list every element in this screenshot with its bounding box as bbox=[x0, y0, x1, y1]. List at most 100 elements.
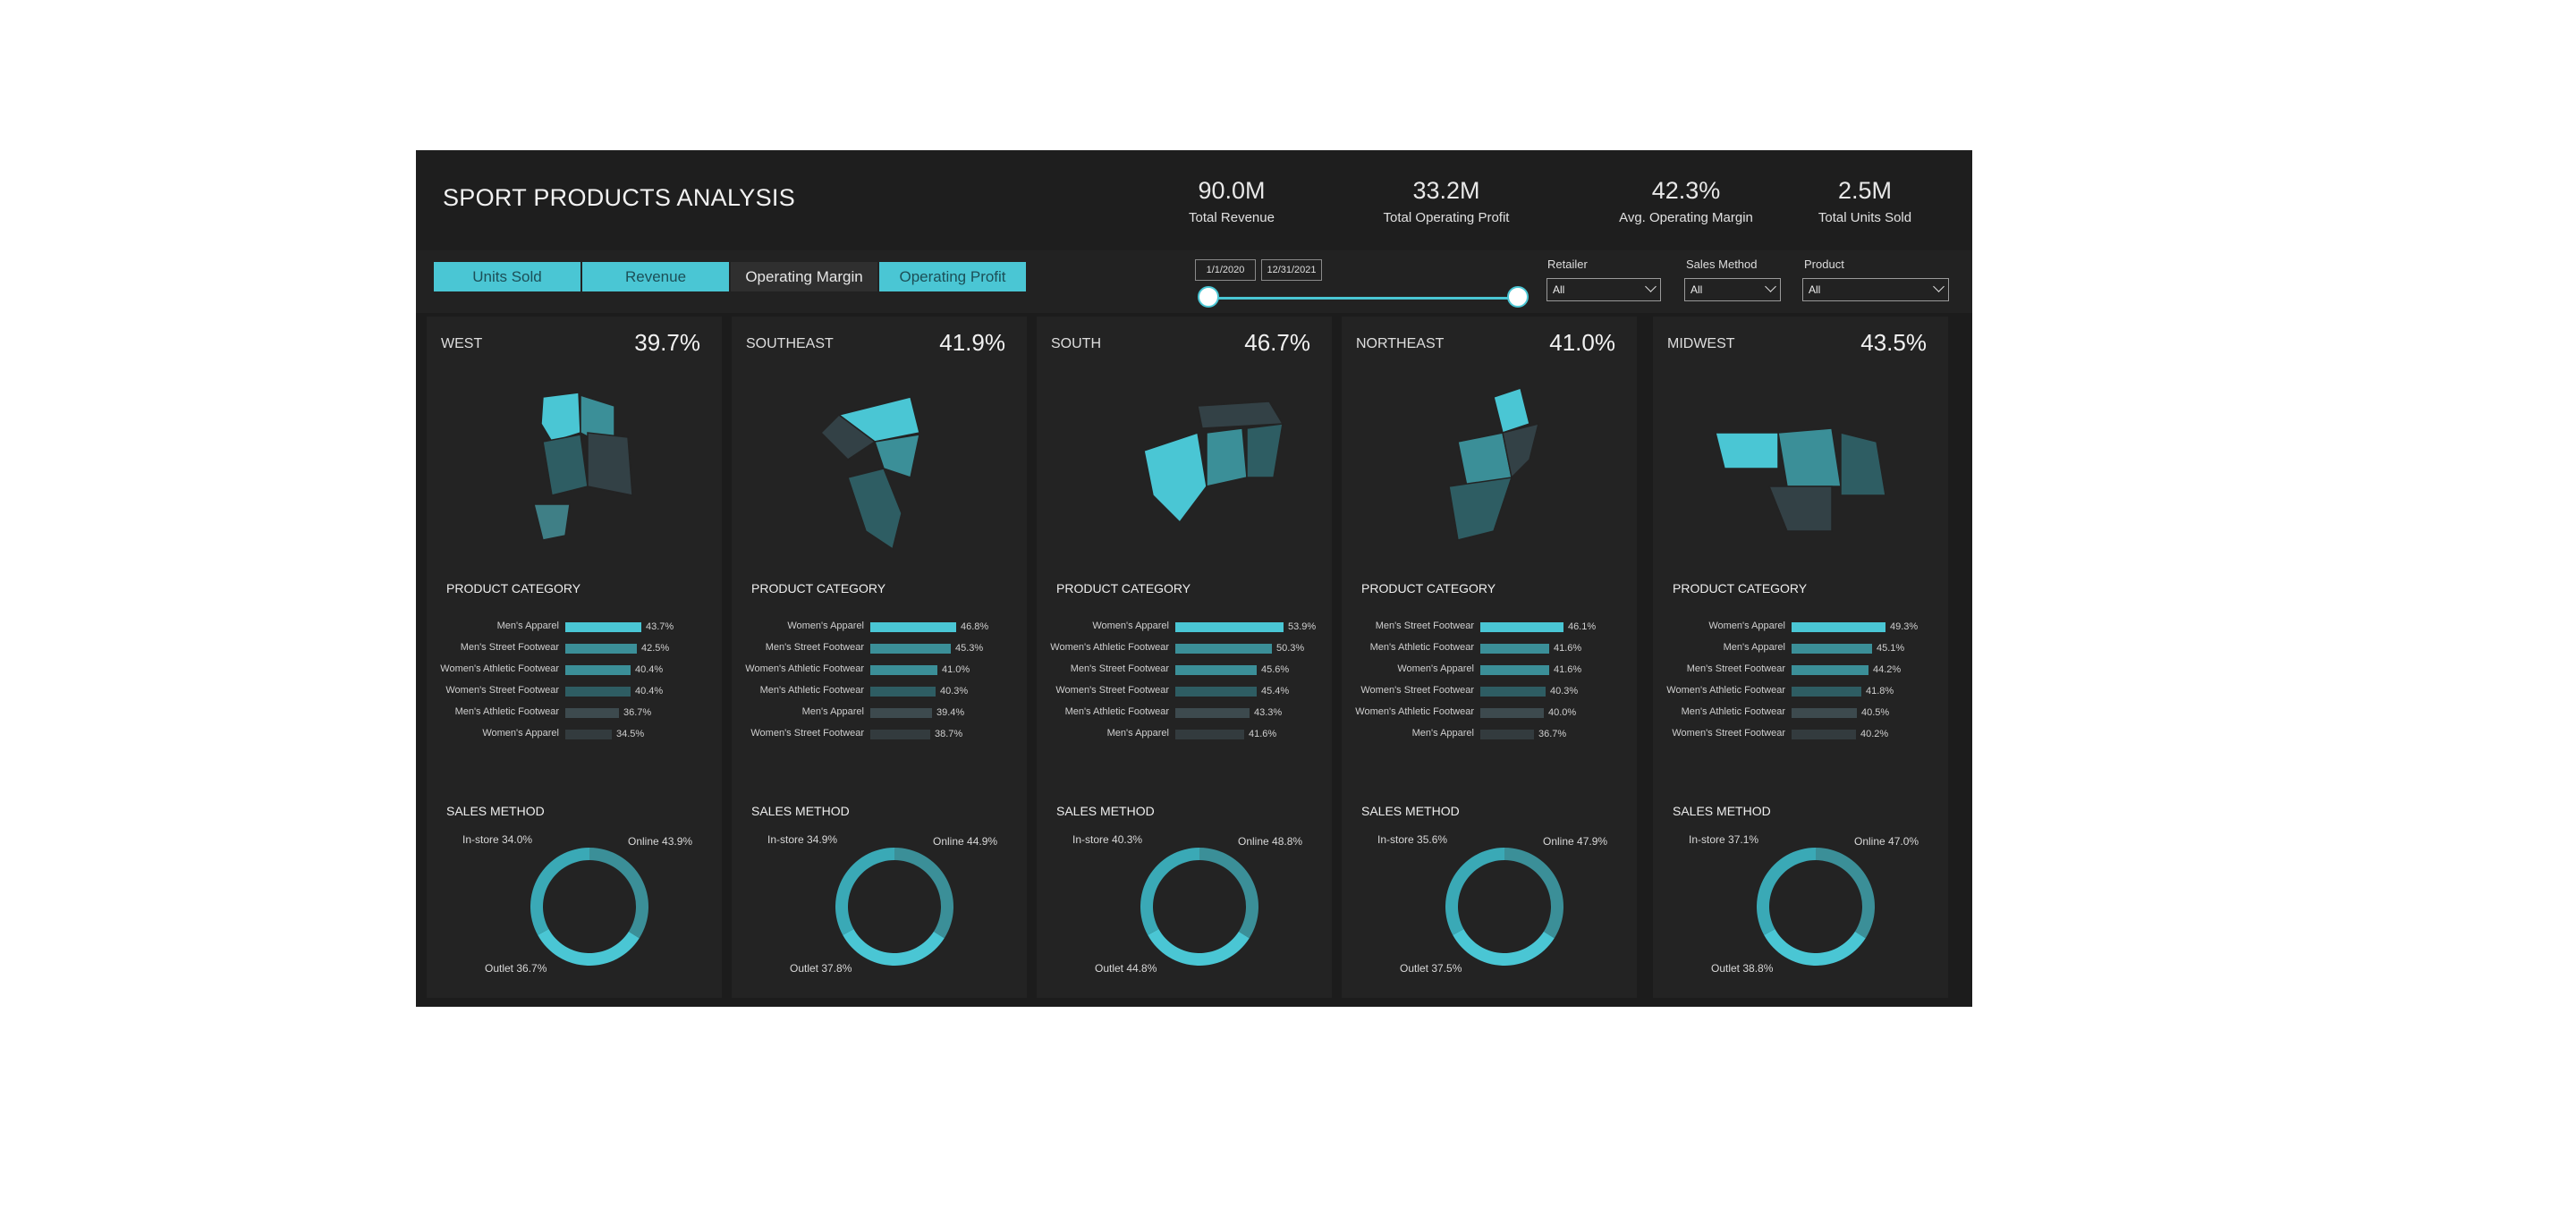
sales-method-donut[interactable] bbox=[1137, 844, 1262, 974]
map-state-shape[interactable] bbox=[1840, 432, 1886, 496]
category-bar[interactable] bbox=[1175, 687, 1257, 697]
category-bar[interactable] bbox=[1175, 730, 1244, 739]
donut-segment[interactable] bbox=[835, 848, 894, 935]
donut-segment[interactable] bbox=[1453, 929, 1555, 966]
category-bar-row[interactable]: Men's Street Footwear 42.5% bbox=[427, 642, 722, 656]
category-bar-row[interactable]: Men's Athletic Footwear 40.3% bbox=[732, 685, 1027, 699]
map-state-shape[interactable] bbox=[587, 432, 633, 496]
category-bar-row[interactable]: Men's Apparel 36.7% bbox=[1342, 728, 1637, 742]
category-bar-row[interactable]: Women's Apparel 46.8% bbox=[732, 621, 1027, 635]
category-bar-row[interactable]: Women's Athletic Footwear 40.0% bbox=[1342, 706, 1637, 721]
category-bar-row[interactable]: Men's Street Footwear 44.2% bbox=[1653, 663, 1948, 678]
date-start-field[interactable]: 1/1/2020 bbox=[1195, 259, 1256, 281]
category-bar-row[interactable]: Women's Street Footwear 45.4% bbox=[1037, 685, 1332, 699]
category-bar[interactable] bbox=[870, 687, 936, 697]
category-bar[interactable] bbox=[1792, 730, 1856, 739]
category-bar-row[interactable]: Women's Street Footwear 40.2% bbox=[1653, 728, 1948, 742]
toggle-revenue[interactable]: Revenue bbox=[582, 262, 729, 291]
category-bar-row[interactable]: Women's Apparel 49.3% bbox=[1653, 621, 1948, 635]
map-state-shape[interactable] bbox=[1197, 401, 1284, 429]
category-bar[interactable] bbox=[1480, 622, 1563, 632]
category-bar-row[interactable]: Men's Apparel 39.4% bbox=[732, 706, 1027, 721]
date-slider-start-handle[interactable] bbox=[1198, 286, 1219, 308]
map-state-shape[interactable] bbox=[1206, 427, 1248, 487]
sales-method-donut[interactable] bbox=[527, 844, 652, 974]
category-bar[interactable] bbox=[870, 644, 951, 654]
category-bar-row[interactable]: Women's Street Footwear 40.3% bbox=[1342, 685, 1637, 699]
toggle-operating-profit[interactable]: Operating Profit bbox=[879, 262, 1026, 291]
donut-segment[interactable] bbox=[1199, 848, 1258, 939]
donut-segment[interactable] bbox=[1757, 848, 1816, 935]
sales-method-donut[interactable] bbox=[1753, 844, 1878, 974]
category-bar-row[interactable]: Women's Apparel 53.9% bbox=[1037, 621, 1332, 635]
category-bar[interactable] bbox=[1792, 644, 1872, 654]
category-bar-row[interactable]: Women's Apparel 34.5% bbox=[427, 728, 722, 742]
retailer-dropdown[interactable]: All bbox=[1546, 278, 1661, 301]
category-bar[interactable] bbox=[565, 622, 641, 632]
west-us-map-icon[interactable] bbox=[480, 379, 677, 558]
donut-segment[interactable] bbox=[1140, 848, 1199, 935]
category-bar-row[interactable]: Women's Athletic Footwear 50.3% bbox=[1037, 642, 1332, 656]
map-state-shape[interactable] bbox=[542, 434, 589, 496]
donut-segment[interactable] bbox=[1504, 848, 1563, 939]
donut-segment[interactable] bbox=[530, 848, 589, 935]
donut-segment[interactable] bbox=[538, 929, 640, 966]
category-bar-row[interactable]: Men's Apparel 41.6% bbox=[1037, 728, 1332, 742]
category-bar-row[interactable]: Women's Athletic Footwear 40.4% bbox=[427, 663, 722, 678]
category-bar[interactable] bbox=[565, 708, 619, 718]
date-slider-end-handle[interactable] bbox=[1507, 286, 1529, 308]
category-bar-row[interactable]: Men's Street Footwear 45.3% bbox=[732, 642, 1027, 656]
northeast-us-map-icon[interactable] bbox=[1395, 379, 1592, 558]
category-bar[interactable] bbox=[1480, 644, 1549, 654]
category-bar-row[interactable]: Men's Apparel 43.7% bbox=[427, 621, 722, 635]
map-state-shape[interactable] bbox=[1767, 486, 1833, 532]
category-bar[interactable] bbox=[1792, 622, 1885, 632]
sales-method-dropdown[interactable]: All bbox=[1684, 278, 1781, 301]
sales-method-donut[interactable] bbox=[832, 844, 957, 974]
category-bar[interactable] bbox=[1175, 708, 1250, 718]
donut-segment[interactable] bbox=[894, 848, 953, 939]
category-bar[interactable] bbox=[565, 665, 631, 675]
donut-segment[interactable] bbox=[1816, 848, 1875, 939]
category-bar[interactable] bbox=[870, 665, 937, 675]
category-bar[interactable] bbox=[1175, 644, 1272, 654]
donut-segment[interactable] bbox=[589, 848, 648, 939]
map-state-shape[interactable] bbox=[1777, 427, 1842, 487]
category-bar-row[interactable]: Men's Street Footwear 46.1% bbox=[1342, 621, 1637, 635]
category-bar[interactable] bbox=[870, 730, 930, 739]
category-bar-row[interactable]: Men's Athletic Footwear 36.7% bbox=[427, 706, 722, 721]
map-state-shape[interactable] bbox=[540, 392, 581, 443]
south-us-map-icon[interactable] bbox=[1090, 379, 1287, 558]
category-bar-row[interactable]: Women's Athletic Footwear 41.0% bbox=[732, 663, 1027, 678]
map-state-shape[interactable] bbox=[533, 503, 571, 541]
map-state-shape[interactable] bbox=[1448, 477, 1513, 541]
category-bar-row[interactable]: Women's Athletic Footwear 41.8% bbox=[1653, 685, 1948, 699]
date-slider-track[interactable] bbox=[1208, 297, 1518, 300]
category-bar[interactable] bbox=[870, 708, 932, 718]
category-bar[interactable] bbox=[870, 622, 956, 632]
category-bar-row[interactable]: Men's Apparel 45.1% bbox=[1653, 642, 1948, 656]
category-bar-row[interactable]: Women's Apparel 41.6% bbox=[1342, 663, 1637, 678]
category-bar-row[interactable]: Women's Street Footwear 40.4% bbox=[427, 685, 722, 699]
map-state-shape[interactable] bbox=[1493, 387, 1530, 434]
donut-segment[interactable] bbox=[1148, 929, 1250, 966]
category-bar-row[interactable]: Men's Athletic Footwear 41.6% bbox=[1342, 642, 1637, 656]
category-bar-row[interactable]: Women's Street Footwear 38.7% bbox=[732, 728, 1027, 742]
category-bar[interactable] bbox=[1480, 708, 1544, 718]
category-bar-row[interactable]: Men's Street Footwear 45.6% bbox=[1037, 663, 1332, 678]
toggle-operating-margin[interactable]: Operating Margin bbox=[731, 262, 877, 291]
category-bar[interactable] bbox=[1175, 665, 1257, 675]
category-bar[interactable] bbox=[1480, 665, 1549, 675]
map-state-shape[interactable] bbox=[1715, 432, 1779, 469]
category-bar[interactable] bbox=[1792, 708, 1857, 718]
donut-segment[interactable] bbox=[1764, 929, 1866, 966]
map-state-shape[interactable] bbox=[1246, 423, 1284, 478]
map-state-shape[interactable] bbox=[1143, 432, 1208, 524]
category-bar[interactable] bbox=[1792, 665, 1868, 675]
category-bar[interactable] bbox=[1175, 622, 1284, 632]
date-end-field[interactable]: 12/31/2021 bbox=[1261, 259, 1322, 281]
category-bar[interactable] bbox=[565, 687, 631, 697]
donut-segment[interactable] bbox=[1445, 848, 1504, 935]
product-dropdown[interactable]: All bbox=[1802, 278, 1949, 301]
category-bar[interactable] bbox=[565, 730, 612, 739]
